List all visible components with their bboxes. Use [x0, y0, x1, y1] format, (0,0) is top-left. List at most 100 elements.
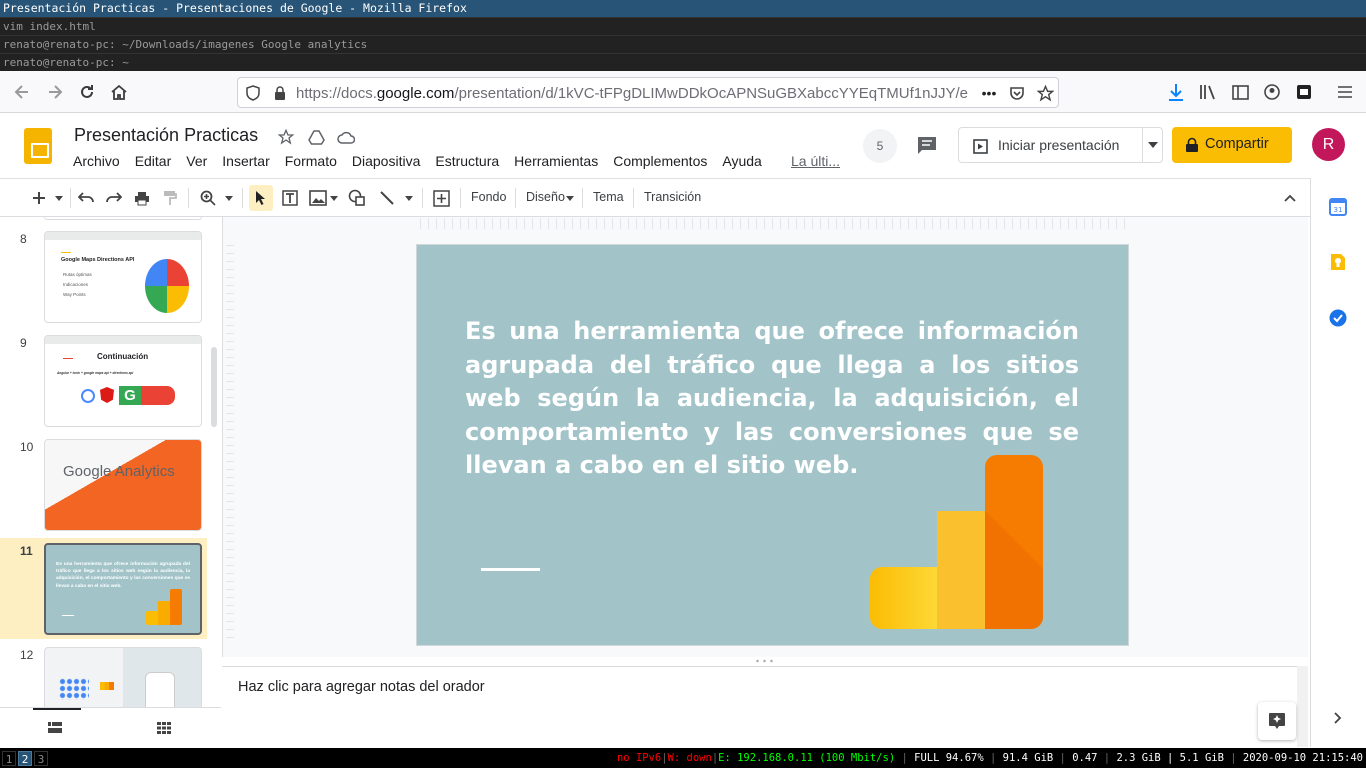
add-comment-icon[interactable]	[430, 187, 452, 209]
thumb-slide-11-selected[interactable]: Es una herramienta que ofrece informació…	[44, 543, 202, 635]
terminal-tab-downloads[interactable]: renato@renato-pc: ~/Downloads/imagenes G…	[0, 35, 1366, 53]
zoom-dropdown-icon[interactable]	[222, 187, 236, 209]
filmstrip-view-icon[interactable]	[45, 720, 65, 736]
select-cursor-icon[interactable]	[249, 185, 273, 211]
theme-button[interactable]: Tema	[593, 190, 624, 204]
slide-number: 11	[20, 544, 33, 558]
menu-diapositiva[interactable]: Diapositiva	[352, 153, 420, 169]
reload-icon[interactable]	[74, 79, 100, 105]
slide-number: 8	[20, 232, 27, 246]
redo-icon[interactable]	[104, 187, 124, 209]
tasks-icon[interactable]	[1328, 308, 1348, 328]
slide-number: 12	[20, 648, 34, 662]
menu-formato[interactable]: Formato	[285, 153, 337, 169]
avatar[interactable]: R	[1312, 128, 1345, 161]
thumb-analytics-bar-3	[170, 589, 182, 625]
thumb-slide-8[interactable]: Google Maps Directions API Rutas óptimas…	[44, 231, 202, 323]
slide-filmstrip[interactable]: 8 Google Maps Directions API Rutas óptim…	[0, 217, 221, 707]
collapse-toolbar-icon[interactable]	[1280, 187, 1300, 209]
slide-accent-line[interactable]	[481, 568, 540, 571]
account-icon[interactable]	[1262, 82, 1282, 102]
zoom-icon[interactable]	[198, 187, 218, 209]
menu-insertar[interactable]: Insertar	[222, 153, 269, 169]
menu-complementos[interactable]: Complementos	[613, 153, 707, 169]
new-slide-icon[interactable]	[28, 187, 50, 209]
downloads-icon[interactable]	[1166, 82, 1186, 102]
terminal-tab-home[interactable]: renato@renato-pc: ~	[0, 53, 1366, 71]
undo-icon[interactable]	[76, 187, 96, 209]
grid-view-icon[interactable]	[154, 720, 174, 736]
keep-icon[interactable]	[1328, 252, 1348, 272]
page-actions-icon[interactable]: •••	[978, 83, 1000, 103]
move-to-drive-icon[interactable]	[306, 127, 326, 147]
speaker-notes-placeholder[interactable]: Haz clic para agregar notas del orador	[238, 679, 485, 695]
star-icon[interactable]	[276, 127, 296, 147]
thumb-slide-7-edge[interactable]	[44, 217, 202, 220]
notes-resize-handle[interactable]	[754, 659, 776, 663]
library-icon[interactable]	[1198, 82, 1218, 102]
paint-format-icon[interactable]	[160, 187, 180, 209]
home-icon[interactable]	[106, 79, 132, 105]
analytics-logo-image[interactable]	[870, 455, 1045, 630]
thumb-background	[45, 440, 201, 530]
present-button[interactable]: Iniciar presentación	[958, 127, 1163, 163]
url-bar[interactable]: https://docs.google.com/presentation/d/1…	[237, 77, 1059, 108]
speaker-notes[interactable]: Haz clic para agregar notas del orador	[222, 666, 1297, 747]
slides-logo-icon[interactable]	[24, 128, 52, 164]
explore-button[interactable]	[1258, 702, 1296, 740]
shape-icon[interactable]	[346, 187, 368, 209]
workspace-button[interactable]: 1	[2, 751, 16, 766]
comments-icon[interactable]	[915, 134, 939, 156]
share-button[interactable]: Compartir	[1172, 127, 1292, 163]
menu-editar[interactable]: Editar	[135, 153, 172, 169]
svg-text:31: 31	[1334, 206, 1343, 214]
layout-button[interactable]: Diseño	[526, 190, 565, 204]
battery-status: FULL 94.67%	[914, 752, 984, 764]
wifi-status: W: down	[667, 752, 712, 764]
lock-share-icon	[1184, 137, 1200, 153]
print-icon[interactable]	[132, 187, 152, 209]
menu-herramientas[interactable]: Herramientas	[514, 153, 598, 169]
present-dropdown-icon[interactable]	[1146, 138, 1160, 152]
thumb-slide-9[interactable]: Continuación Angular + ionic + google ma…	[44, 335, 202, 427]
filmstrip-scrollbar[interactable]	[211, 347, 217, 427]
sidebar-icon[interactable]	[1230, 82, 1250, 102]
lock-icon[interactable]	[272, 84, 288, 102]
expand-panel-icon[interactable]	[1330, 708, 1346, 728]
layout-dropdown-icon[interactable]	[564, 187, 576, 209]
extension-icon[interactable]	[1294, 82, 1314, 102]
tracking-shield-icon[interactable]	[244, 84, 262, 102]
pocket-icon[interactable]	[1006, 83, 1028, 103]
menu-ver[interactable]: Ver	[186, 153, 207, 169]
document-title[interactable]: Presentación Practicas	[74, 125, 258, 146]
image-icon[interactable]	[307, 187, 329, 209]
menu-estructura[interactable]: Estructura	[435, 153, 499, 169]
new-slide-dropdown-icon[interactable]	[52, 187, 66, 209]
transition-button[interactable]: Transición	[644, 190, 701, 204]
active-users-badge[interactable]: 5	[863, 129, 897, 163]
workspace-button-active[interactable]: 2	[18, 751, 32, 766]
workspace-button[interactable]: 3	[34, 751, 48, 766]
menu-ayuda[interactable]: Ayuda	[722, 153, 761, 169]
line-dropdown-icon[interactable]	[402, 187, 416, 209]
memory-status: 2.3 GiB | 5.1 GiB	[1116, 752, 1224, 764]
cloud-saved-icon[interactable]	[336, 127, 356, 147]
calendar-icon[interactable]: 31	[1328, 197, 1348, 217]
thumb-slide-10[interactable]: Google Analytics	[44, 439, 202, 531]
thumb-slide-12[interactable]	[44, 647, 202, 707]
terminal-tab-vim[interactable]: vim index.html	[0, 17, 1366, 35]
notes-scrollbar[interactable]	[1297, 666, 1308, 747]
last-edit-link[interactable]: La últi...	[791, 153, 840, 169]
thumb-analytics-bar-1	[146, 611, 158, 625]
line-icon[interactable]	[376, 187, 398, 209]
hamburger-menu-icon[interactable]	[1335, 82, 1355, 102]
menu-archivo[interactable]: Archivo	[73, 153, 120, 169]
current-slide[interactable]: Es una herramienta que ofrece informació…	[417, 245, 1128, 645]
thumb-accent-line	[61, 252, 71, 253]
back-icon[interactable]	[9, 79, 35, 105]
bookmark-star-icon[interactable]	[1034, 83, 1056, 103]
text-box-icon[interactable]	[279, 187, 301, 209]
background-button[interactable]: Fondo	[471, 190, 506, 204]
image-dropdown-icon[interactable]	[328, 187, 340, 209]
forward-icon[interactable]	[42, 79, 68, 105]
